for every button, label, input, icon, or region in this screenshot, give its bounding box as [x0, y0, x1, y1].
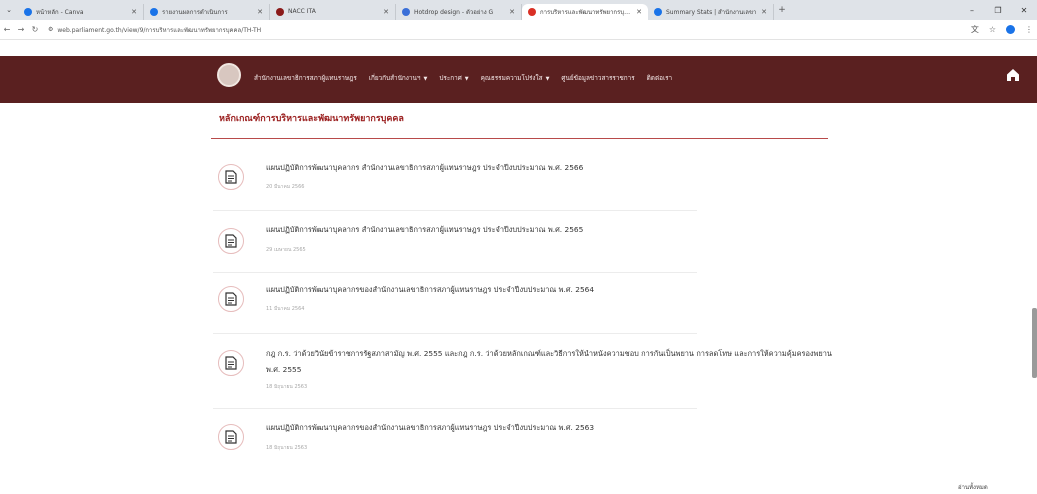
tab-title: NACC ITA — [288, 8, 316, 15]
window-controls: – ❐ ✕ — [959, 0, 1037, 20]
profile-avatar-icon[interactable] — [1006, 25, 1015, 34]
address-bar: ← → ↻ ⚙ web.parliament.go.th/view/9/การบ… — [0, 20, 1037, 40]
document-icon — [218, 286, 244, 312]
nav-item-transparency[interactable]: คุณธรรมความโปร่งใส ▼ — [481, 73, 550, 83]
site-info-icon[interactable]: ⚙ — [48, 26, 53, 33]
list-divider — [213, 210, 697, 211]
browser-menu-icon[interactable]: ⋮ — [1025, 25, 1033, 34]
document-title-link[interactable]: แผนปฏิบัติการพัฒนาบุคลากร สำนักงานเลขาธิ… — [266, 222, 583, 238]
document-icon — [218, 350, 244, 376]
nav-item-contact[interactable]: ติดต่อเรา — [647, 73, 673, 83]
document-title-link[interactable]: แผนปฏิบัติการพัฒนาบุคลากรของสำนักงานเลขา… — [266, 420, 594, 436]
document-date: 18 มิถุนายน 2563 — [266, 384, 308, 390]
document-title-link[interactable]: กฎ ก.ร. ว่าด้วยวินัยข้าราชการรัฐสภาสามัญ… — [266, 346, 836, 378]
new-tab-icon[interactable]: + — [774, 5, 790, 15]
bookmark-star-icon[interactable]: ☆ — [989, 25, 996, 34]
nav-label: ศูนย์ข้อมูลข่าวสารราชการ — [561, 74, 635, 82]
nav-item-secretariat[interactable]: สำนักงานเลขาธิการสภาผู้แทนราษฎร — [254, 73, 357, 83]
nav-item-about[interactable]: เกี่ยวกับสำนักงานฯ ▼ — [369, 73, 428, 83]
document-icon — [218, 228, 244, 254]
tab-close-icon[interactable]: ✕ — [383, 8, 389, 16]
nav-item-info-center[interactable]: ศูนย์ข้อมูลข่าวสารราชการ — [561, 73, 634, 83]
forward-icon[interactable]: → — [14, 25, 28, 34]
caret-down-icon: ▼ — [423, 76, 428, 82]
view-all-link[interactable]: อ่านทั้งหมด — [958, 482, 988, 492]
browser-tab[interactable]: NACC ITA ✕ — [270, 3, 396, 20]
tab-favicon-icon — [654, 7, 662, 16]
nav-label: ประกาศ — [439, 74, 462, 82]
browser-tab-bar: ⌄ หน้าหลัก - Canva ✕ รายงานผลการดำเนินกา… — [0, 0, 1037, 20]
document-icon — [218, 424, 244, 450]
list-divider — [213, 408, 697, 409]
browser-tab-active[interactable]: การบริหารและพัฒนาทรัพยากรบุคคล ✕ — [522, 3, 648, 20]
parliament-logo[interactable] — [217, 63, 241, 87]
list-divider — [213, 272, 697, 273]
document-date: 18 มิถุนายน 2563 — [266, 445, 308, 451]
tab-favicon-icon — [150, 7, 158, 16]
title-underline — [211, 138, 828, 139]
document-date: 20 มีนาคม 2566 — [266, 184, 305, 190]
tab-title: หน้าหลัก - Canva — [36, 8, 84, 16]
browser-tab[interactable]: Summary Stats | สำนักงานเลขา ✕ — [648, 3, 774, 20]
url-text: web.parliament.go.th/view/9/การบริหารและ… — [57, 26, 262, 34]
tab-search-icon[interactable]: ⌄ — [0, 6, 18, 14]
tab-favicon-icon — [276, 7, 284, 16]
browser-tab[interactable]: หน้าหลัก - Canva ✕ — [18, 3, 144, 20]
document-date: 29 เมษายน 2565 — [266, 247, 306, 253]
tab-close-icon[interactable]: ✕ — [761, 8, 767, 16]
tab-close-icon[interactable]: ✕ — [131, 8, 137, 16]
tab-favicon-icon — [24, 7, 32, 16]
document-date: 11 มีนาคม 2564 — [266, 306, 305, 312]
tab-title: Hotdrop design - ตัวอย่าง G — [414, 8, 494, 16]
tab-title: รายงานผลการดำเนินการ — [162, 8, 228, 16]
tab-close-icon[interactable]: ✕ — [509, 8, 515, 16]
browser-tab[interactable]: รายงานผลการดำเนินการ ✕ — [144, 3, 270, 20]
caret-down-icon: ▼ — [545, 76, 550, 82]
tab-title: การบริหารและพัฒนาทรัพยากรบุคคล — [540, 8, 633, 16]
tab-favicon-icon — [402, 7, 410, 16]
translate-icon[interactable]: 文 — [971, 24, 979, 35]
close-window-icon[interactable]: ✕ — [1011, 6, 1037, 15]
restore-icon[interactable]: ❐ — [985, 6, 1011, 15]
nav-label: เกี่ยวกับสำนักงานฯ — [368, 74, 421, 82]
home-icon[interactable] — [1006, 68, 1020, 82]
caret-down-icon: ▼ — [464, 76, 469, 82]
nav-label: ติดต่อเรา — [646, 74, 673, 82]
nav-label: สำนักงานเลขาธิการสภาผู้แทนราษฎร — [254, 74, 357, 82]
browser-tab[interactable]: Hotdrop design - ตัวอย่าง G ✕ — [396, 3, 522, 20]
url-field[interactable]: ⚙ web.parliament.go.th/view/9/การบริหารแ… — [48, 25, 261, 35]
minimize-icon[interactable]: – — [959, 6, 985, 15]
reload-icon[interactable]: ↻ — [28, 25, 42, 34]
tab-close-icon[interactable]: ✕ — [257, 8, 263, 16]
tab-close-icon[interactable]: ✕ — [636, 8, 642, 16]
document-icon — [218, 164, 244, 190]
tab-favicon-icon — [528, 7, 536, 16]
nav-item-announcements[interactable]: ประกาศ ▼ — [439, 73, 468, 83]
list-divider — [213, 333, 697, 334]
browser-actions: 文 ☆ ⋮ — [971, 24, 1033, 35]
document-title-link[interactable]: แผนปฏิบัติการพัฒนาบุคลากร สำนักงานเลขาธิ… — [266, 160, 583, 176]
document-title-link[interactable]: แผนปฏิบัติการพัฒนาบุคลากรของสำนักงานเลขา… — [266, 282, 594, 298]
tab-title: Summary Stats | สำนักงานเลขา — [666, 8, 757, 16]
back-icon[interactable]: ← — [0, 25, 14, 34]
nav-label: คุณธรรมความโปร่งใส — [480, 74, 543, 82]
page-scrollbar[interactable] — [1032, 308, 1037, 378]
page-title: หลักเกณฑ์การบริหารและพัฒนาทรัพยากรบุคคล — [219, 114, 404, 124]
main-nav: สำนักงานเลขาธิการสภาผู้แทนราษฎร เกี่ยวกั… — [254, 73, 672, 83]
